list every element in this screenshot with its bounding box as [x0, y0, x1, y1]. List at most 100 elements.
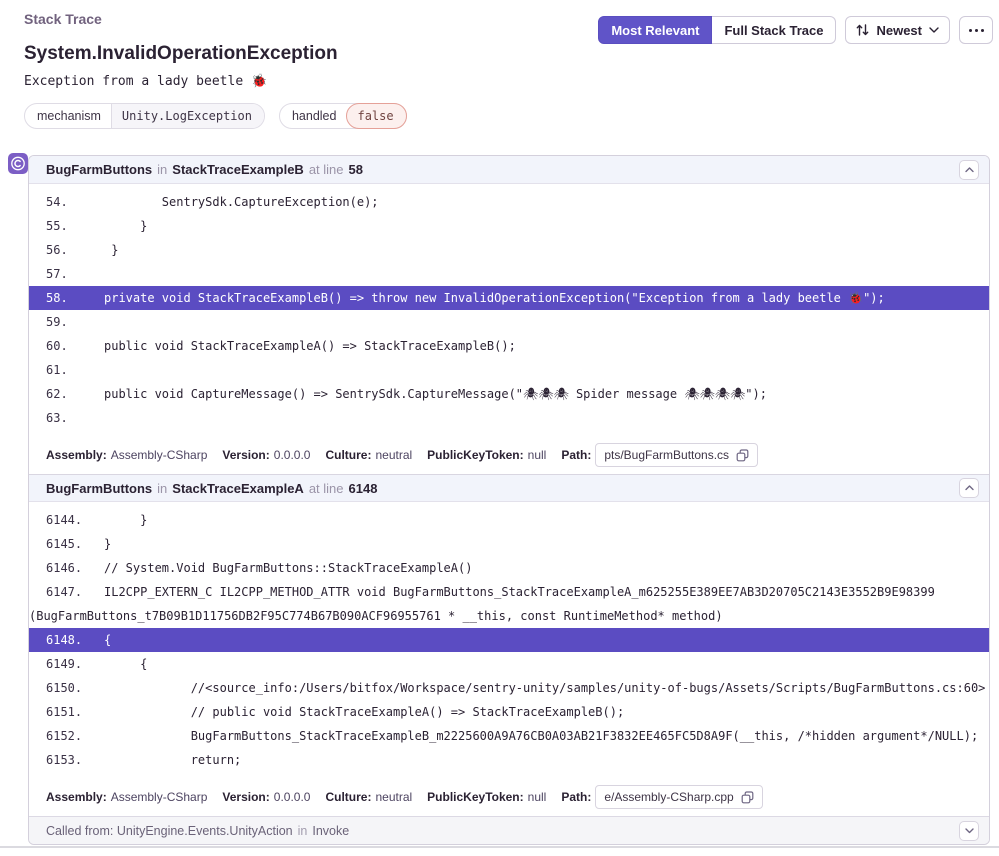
- sort-button[interactable]: Newest: [845, 16, 950, 44]
- version-label: Version:: [222, 790, 269, 804]
- tag-mechanism[interactable]: mechanism Unity.LogException: [24, 103, 265, 129]
- culture-value: neutral: [375, 448, 412, 462]
- code-text: {: [104, 657, 147, 671]
- line-number: 6150.: [29, 676, 104, 700]
- code-text: SentrySdk.CaptureException(e);: [104, 195, 379, 209]
- culture-label: Culture:: [325, 448, 371, 462]
- version-label: Version:: [222, 448, 269, 462]
- line-number: 6149.: [29, 652, 104, 676]
- path-value: pts/BugFarmButtons.cs: [604, 448, 729, 462]
- code-text: return;: [104, 753, 241, 767]
- line-number: 6151.: [29, 700, 104, 724]
- tags-row: mechanism Unity.LogException handled fal…: [24, 103, 999, 129]
- code-line: 55. }: [29, 214, 989, 238]
- frame-function: StackTraceExampleA: [172, 481, 304, 496]
- code-text: }: [104, 219, 147, 233]
- exception-type-title: System.InvalidOperationException: [24, 43, 999, 65]
- sort-label: Newest: [876, 23, 922, 38]
- csharp-platform-icon: [8, 153, 28, 174]
- collapse-frame-button[interactable]: [959, 160, 979, 180]
- publickeytoken-label: PublicKeyToken:: [427, 790, 523, 804]
- assembly-value: Assembly-CSharp: [111, 790, 208, 804]
- line-number: 54.: [29, 190, 104, 214]
- line-number: 6146.: [29, 556, 104, 580]
- tag-handled[interactable]: handled false: [279, 103, 407, 129]
- code-line: 57.: [29, 262, 989, 286]
- path-label: Path:: [561, 448, 591, 462]
- publickeytoken-value: null: [528, 448, 547, 462]
- called-from-row[interactable]: Called from: UnityEngine.Events.UnityAct…: [29, 816, 989, 844]
- frame-atline-word: at line: [309, 481, 344, 496]
- more-options-button[interactable]: [959, 16, 993, 44]
- publickeytoken-label: PublicKeyToken:: [427, 448, 523, 462]
- path-copy-field[interactable]: e/Assembly-CSharp.cpp: [595, 785, 762, 809]
- code-line: 56. }: [29, 238, 989, 262]
- code-line-highlighted: 58.private void StackTraceExampleB() => …: [29, 286, 989, 310]
- code-line: 61.: [29, 358, 989, 382]
- code-text: }: [104, 243, 118, 257]
- frame-in-word: in: [157, 481, 167, 496]
- stack-frame-1: BugFarmButtons in StackTraceExampleB at …: [29, 156, 989, 474]
- code-line: 6147.IL2CPP_EXTERN_C IL2CPP_METHOD_ATTR …: [29, 580, 989, 628]
- page-header: Stack Trace Most Relevant Full Stack Tra…: [0, 11, 999, 27]
- path-label: Path:: [561, 790, 591, 804]
- frame-header-1[interactable]: BugFarmButtons in StackTraceExampleB at …: [29, 156, 989, 184]
- code-text: }: [104, 537, 111, 551]
- code-line: 6152. BugFarmButtons_StackTraceExampleB_…: [29, 724, 989, 748]
- expand-frame-button[interactable]: [959, 821, 979, 841]
- code-text: }: [104, 513, 147, 527]
- frame-function: StackTraceExampleB: [172, 162, 304, 177]
- version-value: 0.0.0.0: [274, 790, 311, 804]
- culture-label: Culture:: [325, 790, 371, 804]
- frame-module: BugFarmButtons: [46, 481, 152, 496]
- code-line: 6145.}: [29, 532, 989, 556]
- code-line: 60.public void StackTraceExampleA() => S…: [29, 334, 989, 358]
- exception-message: Exception from a lady beetle 🐞: [24, 74, 999, 89]
- path-copy-field[interactable]: pts/BugFarmButtons.cs: [595, 443, 758, 467]
- code-text: // public void StackTraceExampleA() => S…: [104, 705, 624, 719]
- path-value: e/Assembly-CSharp.cpp: [604, 790, 733, 804]
- line-number: 61.: [29, 358, 104, 382]
- publickeytoken-value: null: [528, 790, 547, 804]
- culture-value: neutral: [375, 790, 412, 804]
- line-number: 6148.: [29, 628, 104, 652]
- ellipsis-icon: [969, 29, 984, 32]
- code-line: 59.: [29, 310, 989, 334]
- tag-value: Unity.LogException: [111, 104, 264, 128]
- line-number: 6145.: [29, 532, 104, 556]
- collapse-frame-button[interactable]: [959, 478, 979, 498]
- code-line-highlighted: 6148.{: [29, 628, 989, 652]
- assembly-info-row: Assembly:Assembly-CSharp Version:0.0.0.0…: [29, 436, 989, 474]
- line-number: 63.: [29, 406, 104, 430]
- code-line: 6144. }: [29, 508, 989, 532]
- line-number: 6152.: [29, 724, 104, 748]
- line-number: 6153.: [29, 748, 104, 772]
- line-number: 56.: [29, 238, 104, 262]
- code-line: 6150. //<source_info:/Users/bitfox/Works…: [29, 676, 989, 700]
- code-text: public void StackTraceExampleA() => Stac…: [104, 339, 516, 353]
- code-text: IL2CPP_EXTERN_C IL2CPP_METHOD_ATTR void …: [29, 585, 942, 623]
- frame-header-2[interactable]: BugFarmButtons in StackTraceExampleA at …: [29, 474, 989, 502]
- bottom-divider: [0, 846, 999, 848]
- code-line: 6151. // public void StackTraceExampleA(…: [29, 700, 989, 724]
- frame-line-number: 58: [349, 162, 363, 177]
- most-relevant-button[interactable]: Most Relevant: [598, 16, 712, 44]
- code-line: 63.: [29, 406, 989, 430]
- sort-arrows-icon: [856, 23, 869, 37]
- toolbar: Most Relevant Full Stack Trace Newest: [598, 16, 993, 44]
- frame-module: BugFarmButtons: [46, 162, 152, 177]
- code-line: 6153. return;: [29, 748, 989, 772]
- frame-atline-word: at line: [309, 162, 344, 177]
- line-number: 57.: [29, 262, 104, 286]
- code-line: 54. SentrySdk.CaptureException(e);: [29, 190, 989, 214]
- line-number: 59.: [29, 310, 104, 334]
- called-from-function: Invoke: [312, 824, 349, 838]
- code-text: {: [104, 633, 111, 647]
- line-number: 62.: [29, 382, 104, 406]
- code-text: public void CaptureMessage() => SentrySd…: [104, 387, 767, 401]
- line-number: 6147.: [29, 580, 104, 604]
- code-line: 6149. {: [29, 652, 989, 676]
- code-text: private void StackTraceExampleB() => thr…: [104, 291, 885, 305]
- assembly-label: Assembly:: [46, 790, 107, 804]
- full-stack-trace-button[interactable]: Full Stack Trace: [712, 16, 836, 44]
